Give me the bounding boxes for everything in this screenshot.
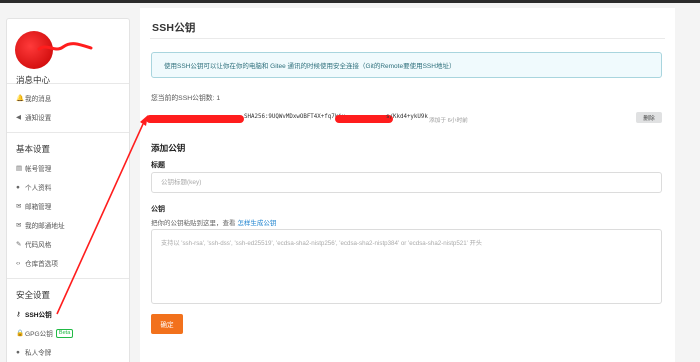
confirm-button[interactable]: 确定 — [151, 314, 183, 334]
title-divider — [150, 38, 665, 39]
volume-icon: ◀ — [16, 114, 21, 121]
sidebar-item-label: 帐号管理 — [25, 166, 52, 173]
sidebar-item-profile[interactable]: ● 个人资料 — [16, 181, 51, 193]
info-message: 使用SSH公钥可以让你在你的电脑和 Gitee 通讯的时候使用安全连接（Git的… — [151, 52, 662, 78]
public-key-textarea[interactable] — [151, 229, 662, 304]
id-card-icon: ▤ — [16, 165, 23, 172]
section-title-security: 安全设置 — [16, 290, 51, 300]
section-title-basic: 基本设置 — [16, 144, 51, 154]
sidebar-item-gpg-keys[interactable]: 🔒 GPG公钥 Beta — [16, 327, 74, 339]
sidebar-item-code-style[interactable]: ✎ 代码风格 — [16, 238, 51, 250]
redaction-mark — [146, 115, 244, 123]
user-lock-icon: ● — [16, 348, 20, 356]
how-to-generate-link[interactable]: 怎样生成公钥 — [237, 220, 276, 227]
title-label: 标题 — [151, 162, 165, 169]
settings-sidebar: 消息中心 🔔 我的消息 ◀ 通知设置 基本设置 ▤ 帐号管理 ● 个人资料 ✉ … — [6, 18, 130, 362]
sidebar-item-label: 个人资料 — [25, 185, 52, 192]
key-hint-text: 把你的公钥粘贴到这里，查看 — [151, 220, 236, 227]
sidebar-item-label: SSH公钥 — [25, 312, 52, 319]
redaction-mark — [335, 115, 393, 123]
sidebar-item-label: 仓库首选项 — [25, 261, 58, 268]
bell-icon: 🔔 — [16, 95, 25, 102]
key-title-input[interactable] — [151, 172, 662, 193]
beta-badge: Beta — [55, 328, 74, 338]
add-key-heading: 添加公钥 — [151, 143, 186, 153]
sidebar-item-email[interactable]: ✉ 邮箱管理 — [16, 200, 51, 212]
sidebar-item-private-tokens[interactable]: ● 私人令牌 — [16, 346, 51, 358]
lock-icon: 🔒 — [16, 330, 25, 337]
key-hint: 把你的公钥粘贴到这里，查看 怎样生成公钥 — [151, 217, 276, 227]
sidebar-item-label: 私人令牌 — [25, 350, 52, 357]
key-fingerprint-tail: s/Kkd4+ykU9k — [386, 114, 428, 120]
sidebar-item-account[interactable]: ▤ 帐号管理 — [16, 162, 51, 174]
key-fingerprint: SHA256:9UQWvMDxwOBFT4X+fq7kiy — [244, 114, 346, 120]
redaction-scribble — [37, 42, 93, 51]
sidebar-divider — [7, 132, 129, 133]
sidebar-item-label: GPG公钥 — [25, 331, 53, 338]
sidebar-divider — [7, 278, 129, 279]
sidebar-item-my-messages[interactable]: 🔔 我的消息 — [16, 92, 51, 104]
sidebar-item-label: 通知设置 — [25, 115, 52, 122]
sidebar-item-label: 代码风格 — [25, 242, 52, 249]
sidebar-item-label: 我的消息 — [25, 96, 52, 103]
sidebar-item-notify-settings[interactable]: ◀ 通知设置 — [16, 111, 51, 123]
key-count: 您当前的SSH公钥数: 1 — [151, 95, 221, 102]
sidebar-item-label: 我的邮通地址 — [25, 223, 65, 230]
mail-notify-icon: ✉ — [16, 222, 22, 229]
section-title-messages: 消息中心 — [16, 75, 51, 85]
mail-icon: ✉ — [16, 203, 22, 210]
sidebar-item-ssh-keys[interactable]: ⚷ SSH公钥 — [16, 308, 52, 320]
key-added-time: 添加于 6小时前 — [429, 118, 468, 124]
code-icon: ‹› — [16, 259, 21, 267]
brush-icon: ✎ — [16, 241, 22, 248]
key-label: 公钥 — [151, 206, 165, 213]
top-bar — [0, 0, 700, 3]
sidebar-item-repo-prefs[interactable]: ‹› 仓库首选项 — [16, 257, 58, 269]
key-icon: ⚷ — [16, 311, 21, 318]
sidebar-item-label: 邮箱管理 — [25, 204, 52, 211]
main-panel: SSH公钥 使用SSH公钥可以让你在你的电脑和 Gitee 通讯的时候使用安全连… — [140, 8, 675, 362]
sidebar-item-email-notify[interactable]: ✉ 我的邮通地址 — [16, 219, 65, 231]
page-title: SSH公钥 — [152, 22, 196, 34]
user-icon: ● — [16, 183, 20, 191]
delete-key-button[interactable]: 删除 — [636, 112, 662, 123]
